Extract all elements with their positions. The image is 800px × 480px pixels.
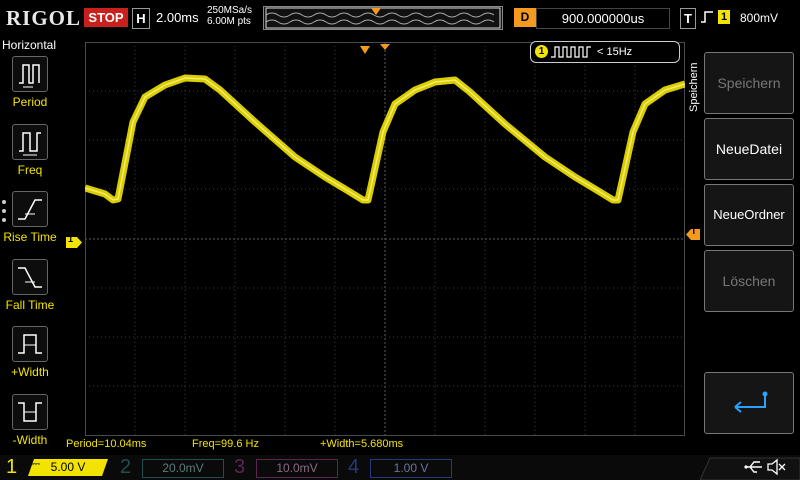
- freq-icon: [12, 124, 48, 160]
- menu-label-period: Period: [12, 95, 48, 109]
- sample-rate: 250MSa/s: [207, 5, 253, 16]
- left-menu-title: Horizontal: [2, 38, 57, 52]
- trigger-label: T: [680, 8, 696, 29]
- new-file-button[interactable]: NeueDatei: [704, 118, 794, 180]
- rise-time-icon: [12, 191, 48, 227]
- measurement-pos-width: +Width=5.680ms: [320, 438, 404, 450]
- channel-4-block[interactable]: 4 1.00 V: [342, 455, 454, 480]
- run-stop-indicator[interactable]: STOP: [84, 8, 128, 27]
- counter-channel: 1: [535, 45, 548, 58]
- frequency-counter: 1 < 15Hz: [530, 41, 680, 63]
- trigger-time-marker-icon: [360, 46, 370, 54]
- sample-rate-info: 250MSa/s 6.00M pts: [207, 5, 252, 27]
- waveform-display[interactable]: [85, 42, 685, 436]
- trigger-level[interactable]: 800mV: [740, 11, 778, 25]
- channel-3-number: 3: [234, 456, 246, 478]
- delete-button[interactable]: Löschen: [704, 250, 794, 312]
- usb-icon: [744, 461, 762, 473]
- fall-time-icon: [12, 259, 48, 295]
- timebase-value[interactable]: 2.00ms: [156, 10, 199, 25]
- channel-1-block[interactable]: 1 5.00 V ⎓: [0, 455, 112, 480]
- ch1-offset-marker[interactable]: 1: [66, 234, 82, 248]
- measurement-period: Period=10.04ms: [66, 438, 147, 450]
- channel-3-scale: 10.0mV: [256, 459, 338, 478]
- menu-label-pos-width: +Width: [11, 365, 49, 379]
- period-icon: [12, 56, 48, 92]
- return-button[interactable]: [704, 372, 794, 434]
- menu-label-freq: Freq: [17, 163, 43, 177]
- channel-2-block[interactable]: 2 20.0mV: [114, 455, 226, 480]
- neg-width-icon: [12, 394, 48, 430]
- ch1-waveform: [85, 74, 685, 204]
- menu-item-freq[interactable]: Freq: [0, 124, 60, 177]
- new-folder-button[interactable]: NeueOrdner: [704, 184, 794, 246]
- horizontal-label: H: [132, 8, 150, 29]
- graticule-center: [85, 42, 685, 436]
- channel-4-number: 4: [348, 456, 360, 478]
- menu-item-period[interactable]: Period: [0, 56, 60, 109]
- channel-4-scale: 1.00 V: [370, 459, 452, 478]
- channel-1-number: 1: [6, 456, 18, 478]
- top-status-bar: RIGOL STOP H 2.00ms 250MSa/s 6.00M pts D…: [0, 0, 800, 36]
- channel-1-scale: 5.00 V: [28, 459, 108, 476]
- menu-item-pos-width[interactable]: +Width: [0, 326, 60, 379]
- trigger-level-marker[interactable]: T: [686, 226, 700, 240]
- speaker-muted-icon[interactable]: [766, 458, 786, 476]
- menu-label-rise-time: Rise Time: [3, 230, 57, 244]
- waveform-overview[interactable]: [263, 6, 503, 30]
- return-arrow-icon: [734, 391, 768, 413]
- pos-width-icon: [12, 326, 48, 362]
- channel-3-block[interactable]: 3 10.0mV: [228, 455, 340, 480]
- overview-waveform-graphic: [265, 7, 501, 29]
- square-wave-icon: [551, 46, 591, 58]
- delay-label: D: [514, 8, 536, 27]
- brand-logo: RIGOL: [6, 6, 82, 30]
- trigger-source[interactable]: 1: [718, 10, 730, 24]
- measurement-freq: Freq=99.6 Hz: [192, 438, 259, 450]
- right-menu-title: Speichern: [688, 62, 700, 112]
- menu-item-rise-time[interactable]: Rise Time: [0, 191, 60, 244]
- memory-depth: 6.00M pts: [207, 16, 251, 27]
- menu-item-fall-time[interactable]: Fall Time: [0, 259, 60, 312]
- menu-label-fall-time: Fall Time: [5, 298, 55, 312]
- channel-2-scale: 20.0mV: [142, 459, 224, 478]
- rising-edge-icon: [701, 11, 713, 23]
- delay-value[interactable]: 900.000000us: [536, 8, 670, 29]
- menu-label-neg-width: -Width: [12, 433, 48, 447]
- coupling-dc-icon: ⎓: [32, 459, 40, 470]
- save-button[interactable]: Speichern: [704, 52, 794, 114]
- channel-2-number: 2: [120, 456, 132, 478]
- menu-item-neg-width[interactable]: -Width: [0, 394, 60, 447]
- counter-value: < 15Hz: [597, 46, 633, 58]
